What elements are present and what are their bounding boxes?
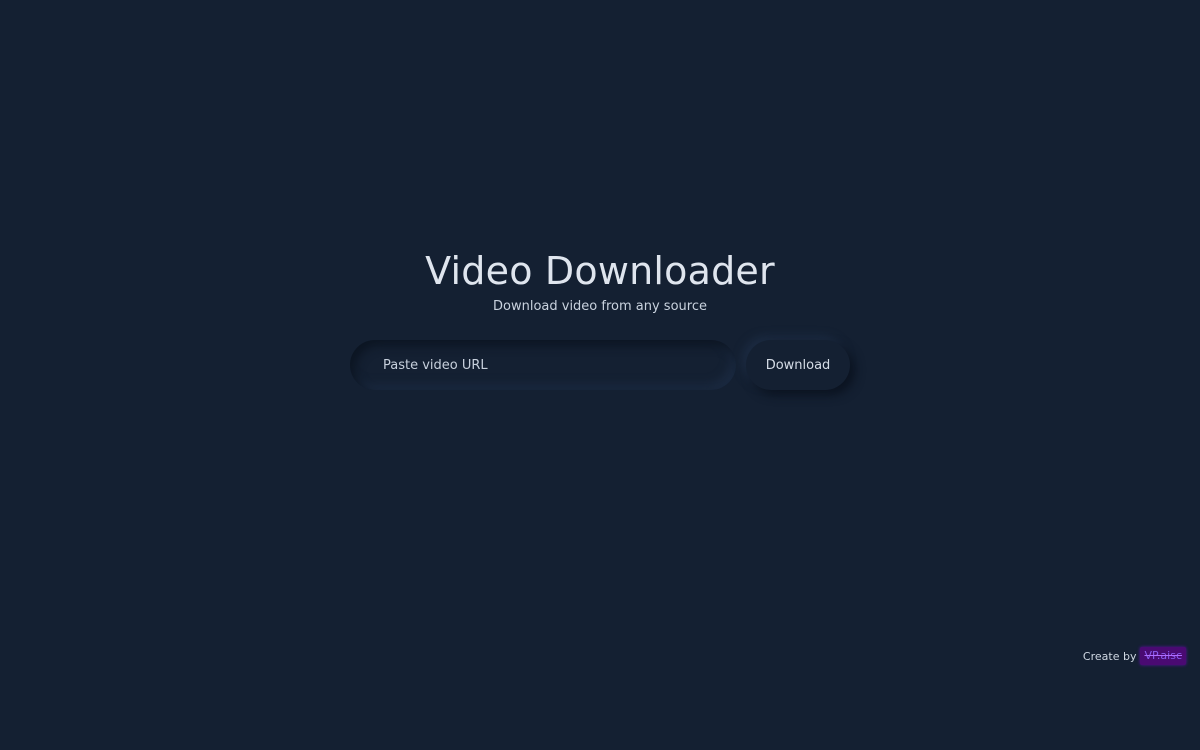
page: Video Downloader Download video from any… [0, 0, 1200, 750]
download-button[interactable]: Download [746, 340, 850, 390]
hero-section: Video Downloader Download video from any… [0, 248, 1200, 316]
page-subtitle: Download video from any source [493, 299, 707, 314]
video-url-input[interactable] [350, 340, 736, 390]
credit-label: Create by [1082, 649, 1137, 663]
credit: Create by VP.aisc [1083, 647, 1186, 665]
download-form: Download [350, 340, 850, 390]
page-title: Video Downloader [425, 249, 775, 293]
author-link[interactable]: VP.aisc [1140, 647, 1186, 665]
